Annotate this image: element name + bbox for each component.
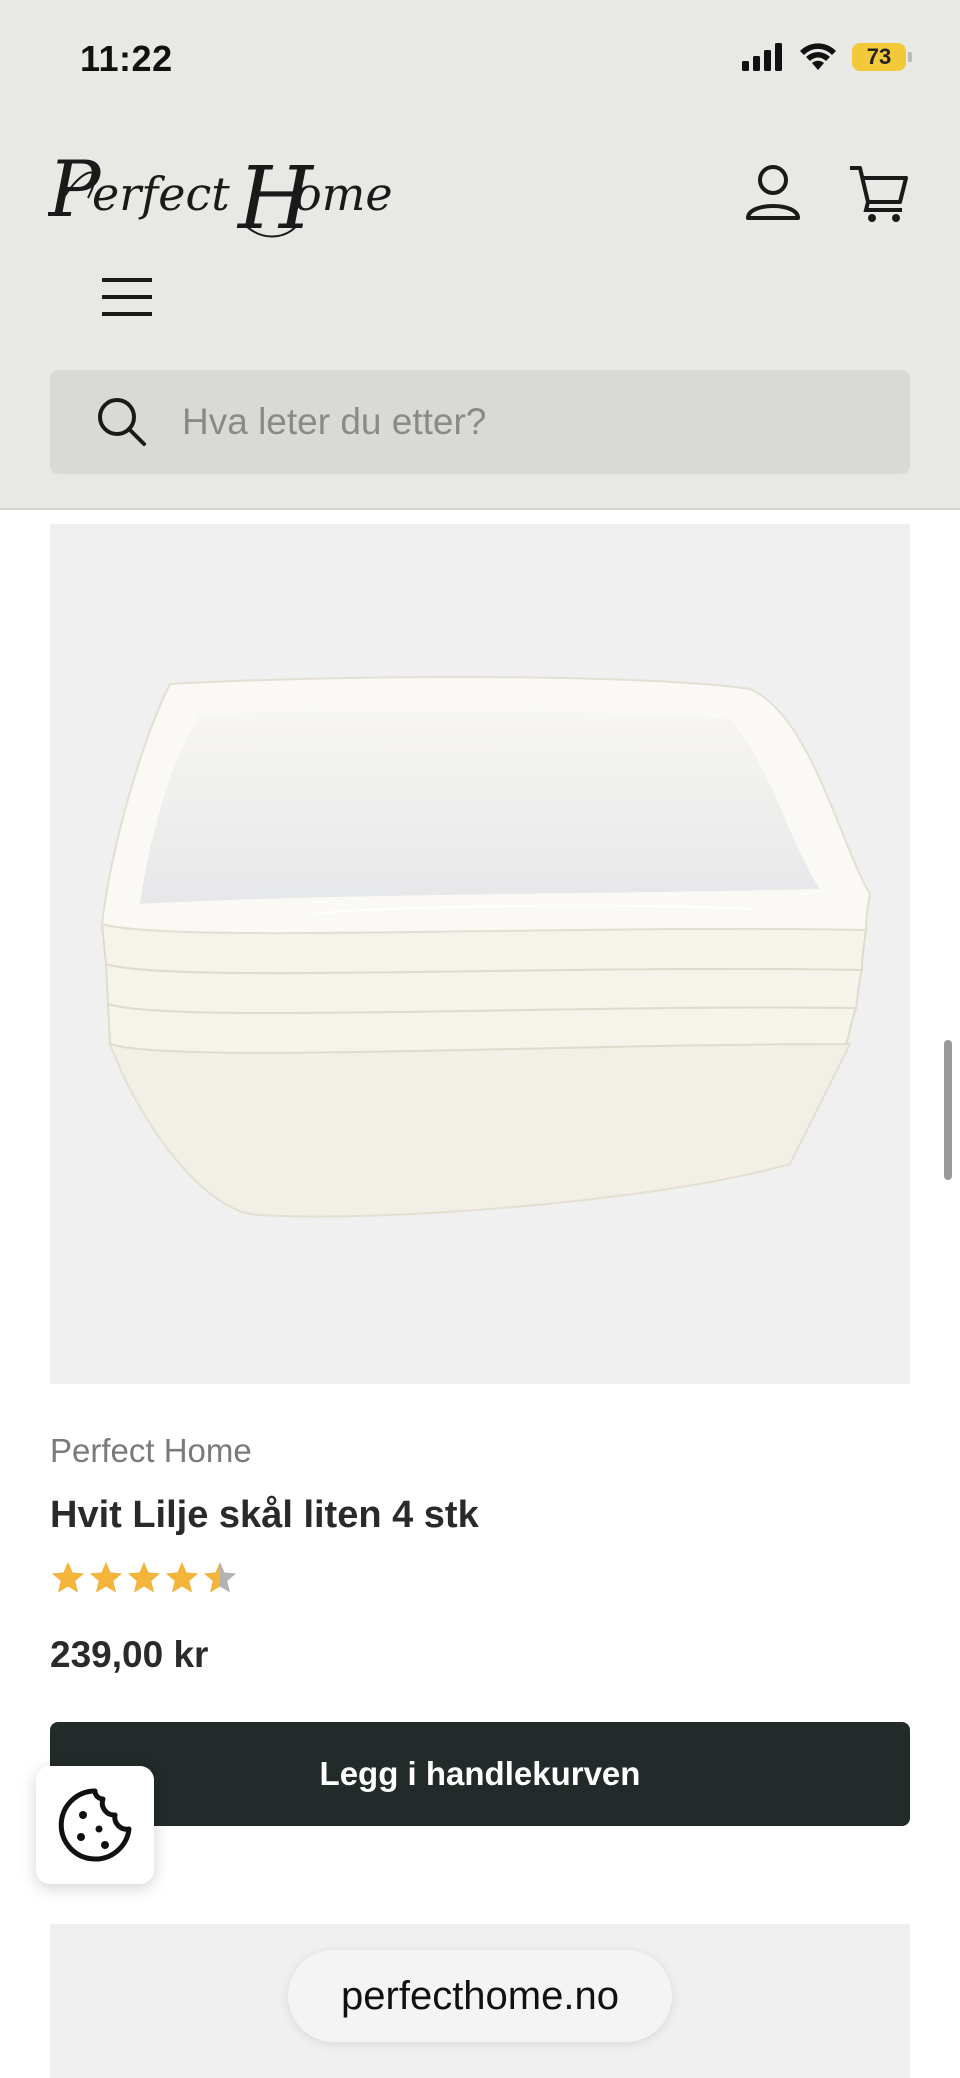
search-input[interactable]: Hva leter du etter? (182, 401, 486, 443)
battery-indicator: 73 (852, 43, 912, 71)
star-icon (166, 1562, 198, 1593)
star-icon (204, 1562, 236, 1593)
add-to-cart-button[interactable]: Legg i handlekurven (50, 1722, 910, 1826)
site-logo[interactable]: P erfect H ome (46, 128, 428, 249)
account-icon[interactable] (740, 160, 806, 226)
product-title[interactable]: Hvit Lilje skål liten 4 stk (50, 1494, 479, 1537)
status-time: 11:22 (80, 38, 173, 79)
site-header: 11:22 73 P erfect H ome Hva leter du ett… (0, 0, 960, 510)
scrollbar[interactable] (944, 1040, 952, 1180)
wifi-icon (800, 43, 836, 70)
star-icon (128, 1562, 160, 1593)
product-vendor: Perfect Home (50, 1432, 252, 1469)
menu-icon[interactable] (96, 272, 160, 322)
status-bar: 11:22 73 (0, 0, 960, 110)
cookie-settings-button[interactable] (36, 1766, 154, 1884)
product-price: 239,00 kr (50, 1634, 209, 1675)
star-icon (90, 1562, 122, 1593)
browser-url-bar[interactable]: perfecthome.no (288, 1950, 672, 2042)
search-bar[interactable]: Hva leter du etter? (50, 370, 910, 474)
battery-level: 73 (852, 43, 906, 71)
search-icon (98, 398, 146, 446)
product-rating (50, 1560, 238, 1596)
status-icons: 73 (742, 42, 912, 72)
signal-icon (742, 43, 782, 71)
cookie-icon (58, 1788, 132, 1862)
star-icon (52, 1562, 84, 1593)
svg-text:erfect: erfect (92, 167, 230, 221)
cart-icon[interactable] (846, 160, 912, 226)
product-image[interactable] (50, 524, 910, 1384)
svg-text:ome: ome (294, 167, 393, 221)
